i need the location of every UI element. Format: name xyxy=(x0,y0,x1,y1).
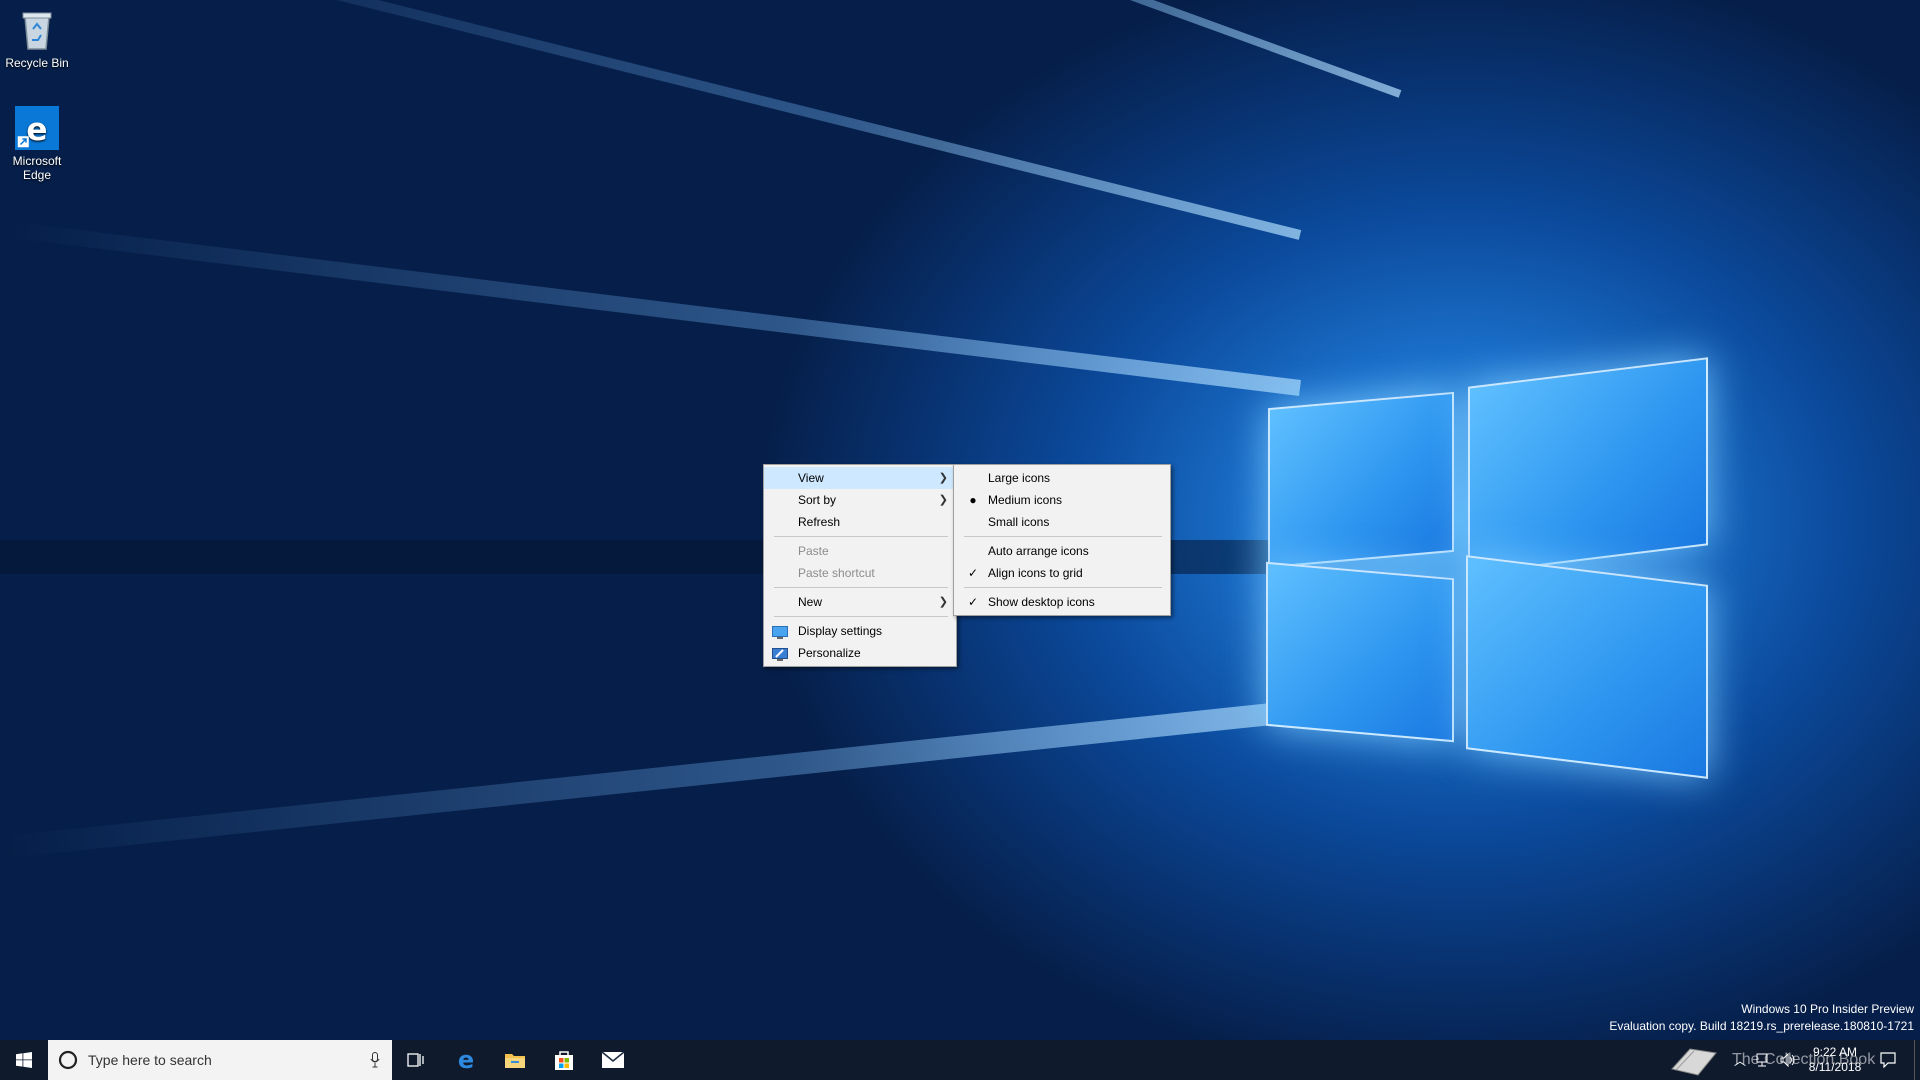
view-submenu: Large icons ● Medium icons Small icons A… xyxy=(953,464,1171,616)
menu-item-medium-icons[interactable]: ● Medium icons xyxy=(954,489,1170,511)
svg-text:e: e xyxy=(458,1048,474,1072)
logo-pane-top-right xyxy=(1468,357,1708,575)
recycle-bin-icon xyxy=(15,8,59,52)
menu-item-label: Display settings xyxy=(798,624,883,638)
menu-item-small-icons[interactable]: Small icons xyxy=(954,511,1170,533)
start-button[interactable] xyxy=(0,1040,48,1080)
menu-item-label: Personalize xyxy=(798,646,861,660)
menu-item-label: Small icons xyxy=(988,515,1050,529)
menu-item-personalize[interactable]: Personalize xyxy=(764,642,956,664)
taskbar-edge-button[interactable]: e xyxy=(442,1040,490,1080)
microphone-icon[interactable] xyxy=(370,1052,380,1068)
logo-pane-bottom-left xyxy=(1266,561,1454,743)
taskbar-file-explorer-button[interactable] xyxy=(491,1040,539,1080)
svg-text:e: e xyxy=(26,112,47,148)
chevron-right-icon: ❯ xyxy=(938,596,948,608)
edge-icon: e xyxy=(458,1048,474,1072)
menu-item-label: Auto arrange icons xyxy=(988,544,1089,558)
menu-item-new[interactable]: New ❯ xyxy=(764,591,956,613)
desktop-icon-label: Recycle Bin xyxy=(5,56,69,70)
desktop-icon-recycle-bin[interactable]: Recycle Bin xyxy=(1,8,73,70)
menu-item-label: View xyxy=(798,471,824,485)
personalize-icon xyxy=(772,646,788,661)
taskbar-mail-button[interactable] xyxy=(589,1040,637,1080)
chevron-up-icon[interactable]: ︿ xyxy=(1734,1052,1746,1069)
show-desktop-button[interactable] xyxy=(1914,1040,1920,1080)
checkmark-icon: ✓ xyxy=(967,595,979,609)
menu-item-view[interactable]: View ❯ xyxy=(764,467,956,489)
edge-icon: e xyxy=(15,106,59,150)
menu-item-label: Align icons to grid xyxy=(988,566,1083,580)
search-placeholder: Type here to search xyxy=(88,1052,212,1068)
watermark-line-1: Windows 10 Pro Insider Preview xyxy=(1741,1002,1914,1016)
store-icon xyxy=(555,1051,573,1070)
cortana-circle-icon xyxy=(58,1050,78,1070)
mail-icon xyxy=(601,1051,625,1068)
menu-item-display-settings[interactable]: Display settings xyxy=(764,620,956,642)
radio-dot-icon: ● xyxy=(969,493,977,507)
clock-date: 8/11/2018 xyxy=(1808,1060,1862,1074)
evaluation-watermark: Windows 10 Pro Insider Preview Evaluatio… xyxy=(1609,1001,1914,1035)
overlay-logo-icon xyxy=(1671,1048,1717,1076)
menu-separator xyxy=(774,587,948,588)
menu-item-label: Show desktop icons xyxy=(988,595,1095,609)
menu-item-label: Medium icons xyxy=(988,493,1063,507)
watermark-line-2: Evaluation copy. Build 18219.rs_prerelea… xyxy=(1609,1019,1914,1033)
menu-item-paste[interactable]: Paste xyxy=(764,540,956,562)
task-view-icon xyxy=(407,1053,424,1067)
light-beam xyxy=(8,221,1301,396)
task-view-button[interactable] xyxy=(392,1040,440,1080)
menu-item-refresh[interactable]: Refresh xyxy=(764,511,956,533)
menu-separator xyxy=(774,616,948,617)
notification-icon xyxy=(1880,1052,1896,1068)
taskbar-search-box[interactable]: Type here to search xyxy=(48,1040,392,1080)
chevron-right-icon: ❯ xyxy=(938,472,948,484)
menu-separator xyxy=(964,587,1162,588)
chevron-right-icon: ❯ xyxy=(938,494,948,506)
logo-pane-top-left xyxy=(1268,391,1454,569)
volume-icon[interactable] xyxy=(1780,1053,1796,1067)
menu-item-label: Large icons xyxy=(988,471,1051,485)
desktop-icon-label: Microsoft Edge xyxy=(12,154,62,182)
menu-item-label: New xyxy=(798,595,823,609)
network-icon[interactable] xyxy=(1754,1053,1770,1067)
menu-item-large-icons[interactable]: Large icons xyxy=(954,467,1170,489)
menu-separator xyxy=(964,536,1162,537)
menu-item-label: Refresh xyxy=(798,515,841,529)
taskbar: Type here to search e The Collection Boo… xyxy=(0,1040,1920,1080)
menu-item-label: Paste shortcut xyxy=(798,566,875,580)
tray-icons: ︿ xyxy=(1734,1040,1796,1080)
clock-time: 9:22 AM xyxy=(1812,1045,1858,1059)
light-beam xyxy=(5,700,1302,858)
menu-item-align-to-grid[interactable]: ✓ Align icons to grid xyxy=(954,562,1170,584)
menu-item-label: Paste xyxy=(798,544,829,558)
menu-separator xyxy=(774,536,948,537)
desktop-icon-microsoft-edge[interactable]: e Microsoft Edge xyxy=(1,106,73,182)
logo-pane-bottom-right xyxy=(1466,555,1708,779)
light-beam xyxy=(115,0,1302,240)
desktop-context-menu: View ❯ Sort by ❯ Refresh Paste Paste sho… xyxy=(763,464,957,667)
display-settings-icon xyxy=(772,624,788,639)
checkmark-icon: ✓ xyxy=(967,566,979,580)
menu-item-sort-by[interactable]: Sort by ❯ xyxy=(764,489,956,511)
folder-icon xyxy=(505,1054,525,1068)
menu-item-label: Sort by xyxy=(798,493,837,507)
taskbar-store-button[interactable] xyxy=(540,1040,588,1080)
menu-item-show-desktop-icons[interactable]: ✓ Show desktop icons xyxy=(954,591,1170,613)
menu-item-auto-arrange[interactable]: Auto arrange icons xyxy=(954,540,1170,562)
windows-logo-icon xyxy=(16,1052,32,1068)
menu-item-paste-shortcut[interactable]: Paste shortcut xyxy=(764,562,956,584)
clock[interactable]: 9:22 AM 8/11/2018 xyxy=(1800,1040,1870,1080)
action-center-button[interactable] xyxy=(1872,1040,1904,1080)
